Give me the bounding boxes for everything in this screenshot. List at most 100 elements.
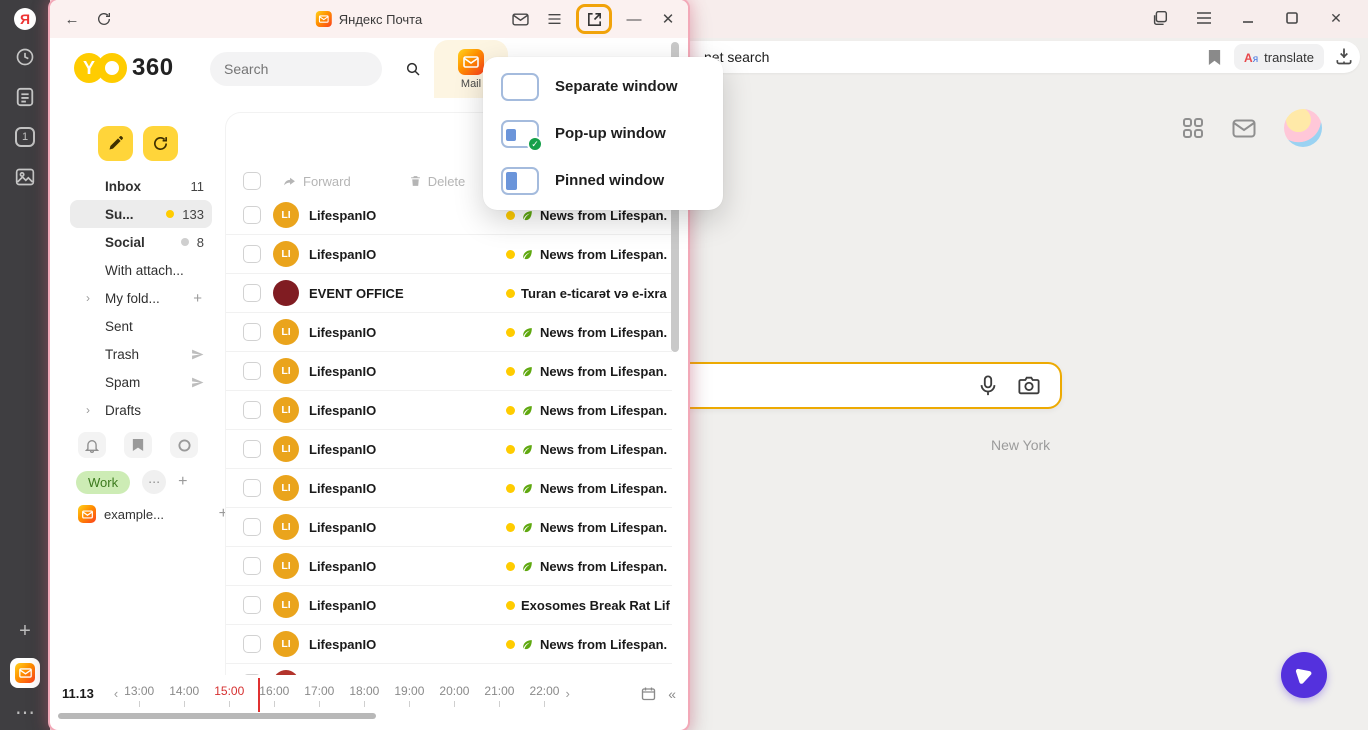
- search-text-field[interactable]: [678, 364, 958, 407]
- message-row[interactable]: LILifespanIONews from Lifespan.: [226, 235, 672, 274]
- add-folder-button[interactable]: +: [193, 290, 202, 307]
- forward-button[interactable]: Forward: [282, 174, 351, 189]
- folder-item-social[interactable]: Social8: [70, 228, 212, 256]
- bookmark-flag-icon[interactable]: [124, 432, 152, 458]
- label-options-icon[interactable]: ⋯: [142, 470, 166, 494]
- window-mode-button-highlighted[interactable]: [576, 4, 612, 34]
- unread-dot: [506, 328, 515, 337]
- tab-counter-icon[interactable]: 1: [15, 127, 35, 147]
- message-checkbox[interactable]: [243, 518, 261, 536]
- message-checkbox[interactable]: [243, 323, 261, 341]
- maximize-icon[interactable]: [1282, 8, 1302, 28]
- message-checkbox[interactable]: [243, 206, 261, 224]
- refresh-icon[interactable]: [92, 7, 116, 31]
- menu-item-label: Separate window: [555, 78, 678, 95]
- leaf-tag-icon: [521, 521, 534, 534]
- add-panel-icon[interactable]: +: [19, 620, 31, 643]
- download-icon[interactable]: [1334, 46, 1354, 66]
- address-bar[interactable]: net search Aя translate ⋮: [676, 41, 1360, 73]
- image-search-icon[interactable]: [1018, 376, 1040, 395]
- timeline-prev-icon[interactable]: ‹: [114, 686, 118, 701]
- tabs-icon[interactable]: [1150, 8, 1170, 28]
- timeline-next-icon[interactable]: ›: [565, 686, 569, 701]
- gallery-icon[interactable]: [15, 167, 35, 187]
- message-checkbox[interactable]: [243, 596, 261, 614]
- message-row[interactable]: LILifespanIOExosomes Break Rat Lif: [226, 586, 672, 625]
- translate-button[interactable]: Aя translate: [1234, 44, 1324, 70]
- message-row[interactable]: LILifespanIONews from Lifespan.: [226, 391, 672, 430]
- circle-filter-icon[interactable]: [170, 432, 198, 458]
- popup-menu-icon[interactable]: [542, 7, 566, 31]
- folder-item-with-attach[interactable]: With attach...: [70, 256, 212, 284]
- compose-button[interactable]: [98, 126, 133, 161]
- empty-folder-icon[interactable]: [191, 348, 204, 361]
- bookmark-icon[interactable]: [1207, 49, 1222, 66]
- collapse-timeline-icon[interactable]: «: [668, 686, 676, 702]
- select-all-checkbox[interactable]: [243, 172, 261, 190]
- apps-grid-icon[interactable]: [1182, 117, 1204, 139]
- message-checkbox[interactable]: [243, 362, 261, 380]
- yandex-mail-app-icon[interactable]: [10, 658, 40, 688]
- empty-folder-icon[interactable]: [191, 376, 204, 389]
- mail-search-bar[interactable]: [210, 52, 382, 86]
- message-row[interactable]: [226, 664, 672, 675]
- message-checkbox[interactable]: [243, 401, 261, 419]
- mail-search-input[interactable]: [224, 61, 405, 77]
- menu-item-pop-up-window[interactable]: ✓Pop-up window: [483, 110, 723, 157]
- menu-item-pinned-window[interactable]: Pinned window: [483, 157, 723, 204]
- folder-item-inbox[interactable]: Inbox11: [70, 172, 212, 200]
- message-row[interactable]: LILifespanIONews from Lifespan.: [226, 547, 672, 586]
- menu-item-separate-window[interactable]: Separate window: [483, 63, 723, 110]
- voice-search-icon[interactable]: [978, 375, 998, 397]
- message-checkbox[interactable]: [243, 245, 261, 263]
- translate-icon: Aя: [1244, 50, 1258, 65]
- refresh-mail-button[interactable]: [143, 126, 178, 161]
- folder-item-trash[interactable]: Trash: [70, 340, 212, 368]
- profile-avatar[interactable]: [1284, 109, 1322, 147]
- popup-close-icon[interactable]: ✕: [656, 7, 680, 31]
- message-checkbox[interactable]: [243, 479, 261, 497]
- delete-button[interactable]: Delete: [409, 174, 466, 189]
- message-checkbox[interactable]: [243, 557, 261, 575]
- horizontal-scrollbar[interactable]: [58, 713, 376, 719]
- close-icon[interactable]: ✕: [1326, 8, 1346, 28]
- message-row[interactable]: LILifespanIONews from Lifespan.: [226, 430, 672, 469]
- yandex-logo-icon[interactable]: Я: [14, 8, 36, 30]
- account-row[interactable]: example... +: [78, 505, 228, 523]
- bell-icon[interactable]: [78, 432, 106, 458]
- message-row[interactable]: LILifespanIONews from Lifespan.: [226, 508, 672, 547]
- back-icon[interactable]: ←: [60, 7, 84, 31]
- folder-item-drafts[interactable]: ›Drafts: [70, 396, 212, 424]
- popup-minimize-icon[interactable]: —: [622, 7, 646, 31]
- minimize-icon[interactable]: [1238, 8, 1258, 28]
- message-row[interactable]: EVENT OFFICETuran e-ticarət və e-ixra: [226, 274, 672, 313]
- calendar-icon[interactable]: [641, 686, 656, 701]
- message-subject: News from Lifespan.: [540, 637, 667, 652]
- message-row[interactable]: LILifespanIONews from Lifespan.: [226, 625, 672, 664]
- folder-item-su[interactable]: Su...133: [70, 200, 212, 228]
- folder-item-sent[interactable]: Sent: [70, 312, 212, 340]
- timeline-hour: 19:00: [394, 684, 424, 698]
- work-label[interactable]: Work: [76, 471, 130, 494]
- page-search-input[interactable]: [676, 362, 1062, 409]
- message-checkbox[interactable]: [243, 635, 261, 653]
- menu-icon[interactable]: [1194, 8, 1214, 28]
- add-label-icon[interactable]: +: [178, 473, 187, 491]
- rail-more-icon[interactable]: ⋯: [15, 700, 35, 725]
- notes-icon[interactable]: [16, 87, 35, 107]
- message-row[interactable]: LILifespanIONews from Lifespan.: [226, 469, 672, 508]
- folder-item-my-fold[interactable]: ›My fold...+: [70, 284, 212, 312]
- folder-item-spam[interactable]: Spam: [70, 368, 212, 396]
- day-timeline: 11.13 ‹ 13:0014:0015:0016:0017:0018:0019…: [52, 675, 686, 712]
- alice-assistant-button[interactable]: [1281, 652, 1327, 698]
- sender-name: LifespanIO: [309, 325, 459, 340]
- mail-envelope-icon[interactable]: [1232, 119, 1256, 138]
- message-checkbox[interactable]: [243, 440, 261, 458]
- timeline-hour: 13:00: [124, 684, 154, 698]
- message-checkbox[interactable]: [243, 284, 261, 302]
- mail-mode-icon[interactable]: [508, 7, 532, 31]
- message-subject: News from Lifespan.: [540, 559, 667, 574]
- message-row[interactable]: LILifespanIONews from Lifespan.: [226, 352, 672, 391]
- history-icon[interactable]: [15, 47, 35, 67]
- message-row[interactable]: LILifespanIONews from Lifespan.: [226, 313, 672, 352]
